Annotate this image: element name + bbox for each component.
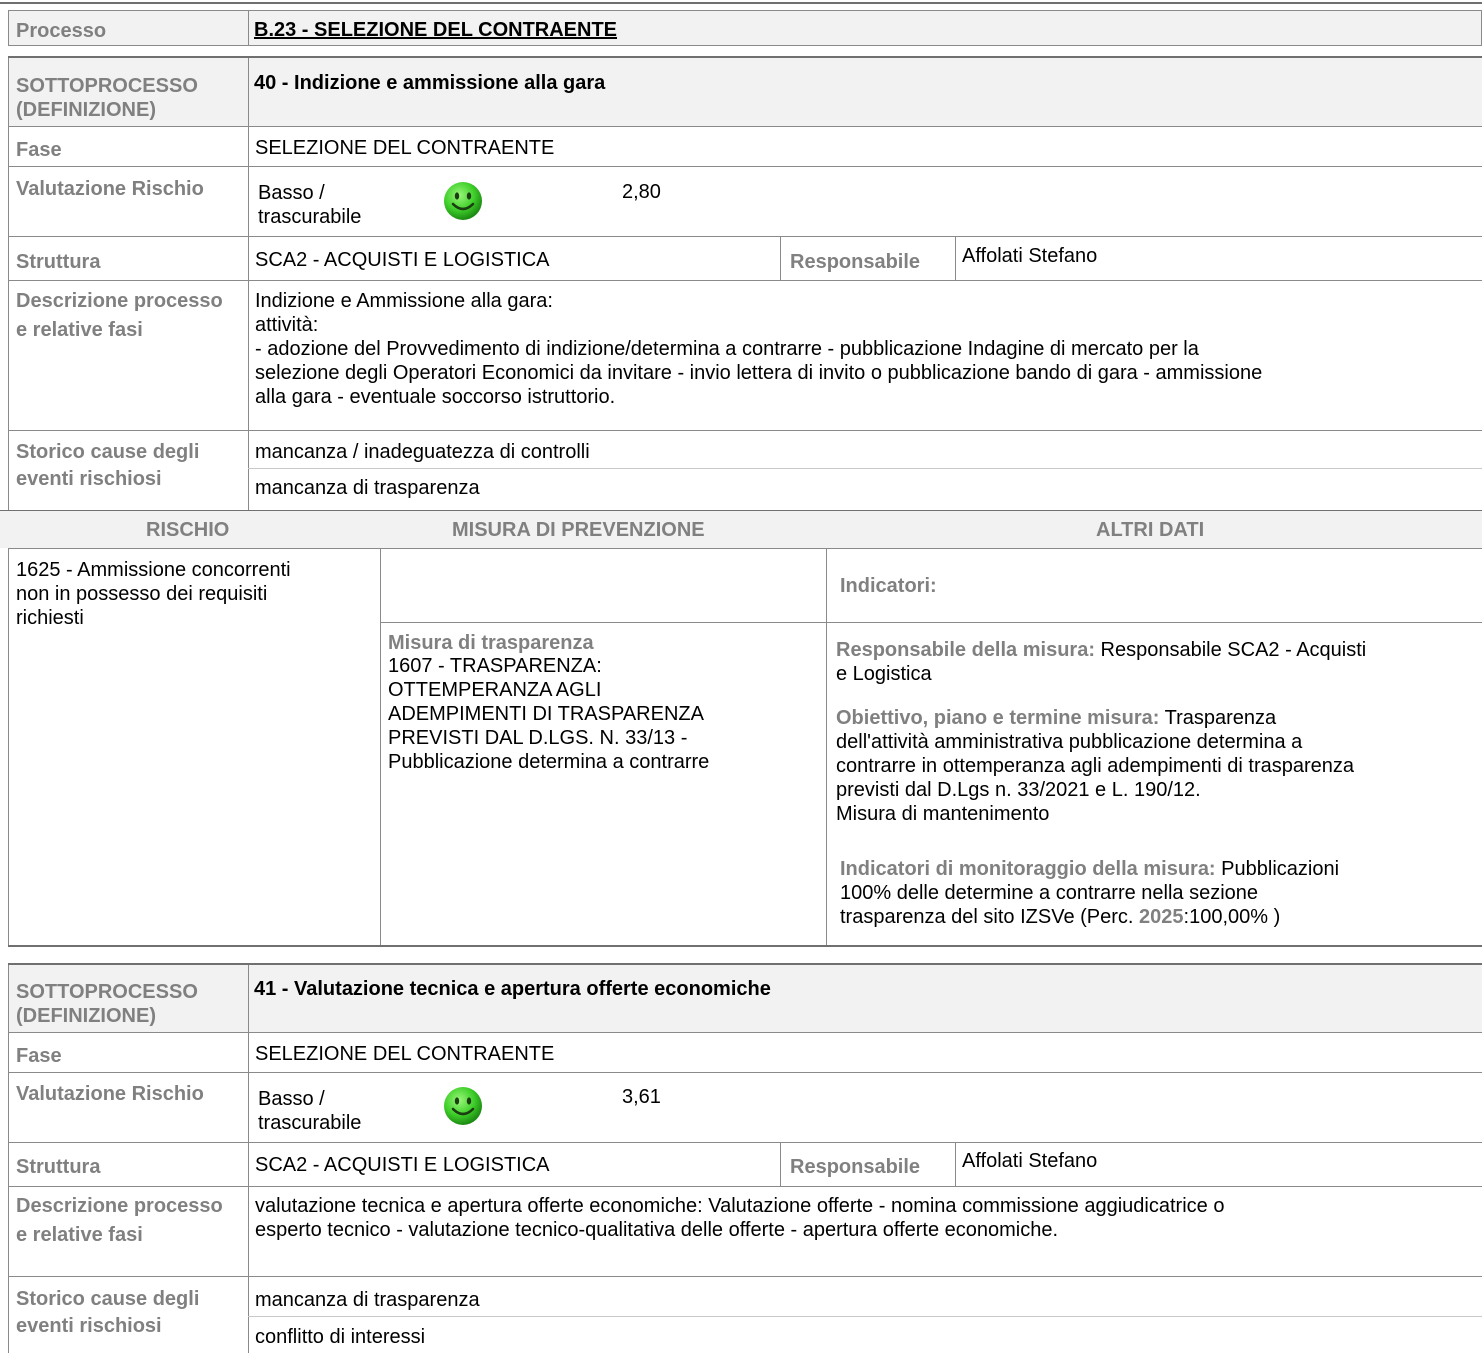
descrizione-text: valutazione tecnica e apertura offerte e… — [255, 1195, 1225, 1241]
processo-value[interactable]: B.23 - SELEZIONE DEL CONTRAENTE — [254, 19, 617, 42]
storico-item: mancanza di trasparenza — [255, 1289, 480, 1311]
storico-item: mancanza / inadeguatezza di controlli — [255, 441, 590, 463]
descrizione-label: Descrizione processo e relative fasi — [16, 290, 223, 341]
fase-value: SELEZIONE DEL CONTRAENTE — [255, 1043, 555, 1065]
risk-level: Basso / trascurabile — [258, 182, 362, 228]
storico-label: Storico cause degli eventi rischiosi — [16, 441, 200, 490]
storico-item: mancanza di trasparenza — [255, 477, 480, 499]
fase-value: SELEZIONE DEL CONTRAENTE — [255, 137, 555, 159]
misura-title: Misura di trasparenza — [388, 632, 594, 654]
struttura-label: Struttura — [16, 251, 101, 273]
valutazione-label: Valutazione Rischio — [16, 1083, 204, 1105]
col-altri-header: ALTRI DATI — [1096, 519, 1205, 541]
rischio-text: 1625 - Ammissione concorrenti non in pos… — [16, 559, 291, 629]
misura-text: 1607 - TRASPARENZA: OTTEMPERANZA AGLI AD… — [388, 655, 710, 773]
descrizione-label: Descrizione processo e relative fasi — [16, 1195, 223, 1246]
struttura-label: Struttura — [16, 1156, 101, 1178]
responsabile-value: Affolati Stefano — [962, 1150, 1098, 1172]
smiley-green-icon — [444, 182, 482, 220]
struttura-value: SCA2 - ACQUISTI E LOGISTICA — [255, 1154, 550, 1176]
struttura-value: SCA2 - ACQUISTI E LOGISTICA — [255, 249, 550, 271]
smiley-green-icon — [444, 1087, 482, 1125]
obiettivo-misura: Obiettivo, piano e termine misura: Trasp… — [836, 707, 1355, 825]
responsabile-value: Affolati Stefano — [962, 245, 1098, 267]
risk-score: 2,80 — [622, 181, 661, 203]
risk-level: Basso / trascurabile — [258, 1088, 362, 1134]
storico-label: Storico cause degli eventi rischiosi — [16, 1288, 200, 1337]
fase-label: Fase — [16, 139, 62, 161]
risk-score: 3,61 — [622, 1086, 661, 1108]
sottoprocesso-title: 41 - Valutazione tecnica e apertura offe… — [254, 978, 771, 1000]
fase-label: Fase — [16, 1045, 62, 1067]
sottoprocesso-label: SOTTOPROCESSO (DEFINIZIONE) — [16, 75, 198, 121]
valutazione-label: Valutazione Rischio — [16, 178, 204, 200]
sottoprocesso-title: 40 - Indizione e ammissione alla gara — [254, 72, 606, 94]
col-rischio-header: RISCHIO — [146, 519, 230, 541]
sottoprocesso-label: SOTTOPROCESSO (DEFINIZIONE) — [16, 981, 198, 1027]
indicatori-monitoraggio: Indicatori di monitoraggio della misura:… — [840, 858, 1340, 928]
col-misura-header: MISURA DI PREVENZIONE — [452, 519, 705, 541]
processo-label: Processo — [16, 20, 107, 42]
descrizione-text: Indizione e Ammissione alla gara: attivi… — [255, 290, 1263, 408]
responsabile-label: Responsabile — [790, 1156, 921, 1178]
storico-item: conflitto di interessi — [255, 1326, 426, 1348]
indicatori-label: Indicatori: — [840, 575, 937, 597]
responsabile-label: Responsabile — [790, 251, 921, 273]
responsabile-misura: Responsabile della misura: Responsabile … — [836, 639, 1367, 685]
